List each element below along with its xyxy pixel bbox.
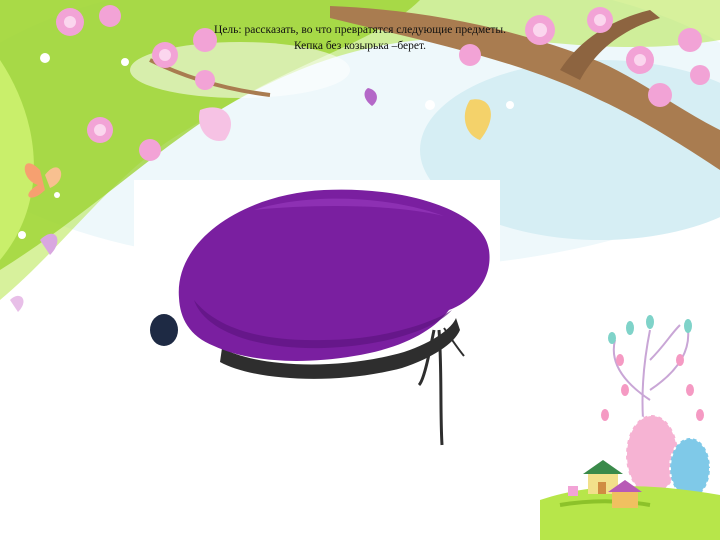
beret-image bbox=[150, 189, 490, 446]
slide: Цель: рассказать, во что превратятся сле… bbox=[0, 0, 720, 540]
riddle-text: Кепка без козырька –берет. bbox=[293, 40, 427, 52]
goal-text: Цель: рассказать, во что превратятся сле… bbox=[214, 24, 506, 36]
slide-caption: Цель: рассказать, во что превратятся сле… bbox=[120, 22, 600, 54]
beret-photo bbox=[134, 180, 500, 470]
